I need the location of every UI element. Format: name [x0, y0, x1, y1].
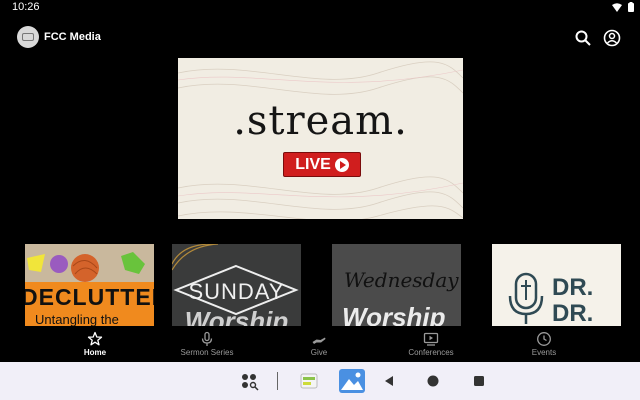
battery-icon	[628, 2, 634, 12]
bottom-navigation: Home Sermon Series Give Conferences Even…	[0, 326, 640, 362]
nav-label-conferences: Conferences	[408, 348, 454, 357]
nav-home[interactable]: Home	[31, 326, 159, 362]
hero-banner[interactable]: .stream. LIVE	[178, 58, 463, 219]
nav-conferences[interactable]: Conferences	[367, 326, 495, 362]
status-time: 10:26	[12, 1, 40, 13]
clock-icon	[537, 332, 551, 346]
live-badge: LIVE	[283, 152, 361, 177]
card-subtitle: Untangling the	[35, 312, 119, 326]
app-logo	[17, 26, 39, 48]
sermon-card-wednesday[interactable]: Wednesday Worship	[332, 244, 461, 326]
give-icon	[312, 337, 326, 344]
nav-sermon-series[interactable]: Sermon Series	[143, 326, 271, 362]
status-icons	[612, 2, 634, 12]
nav-give[interactable]: Give	[255, 326, 383, 362]
card-title: DECLUTTER	[25, 284, 154, 310]
star-icon	[87, 331, 103, 346]
sermon-card-sunday[interactable]: SUNDAY Worship	[172, 244, 301, 326]
taskbar-app-icon[interactable]	[300, 372, 318, 390]
nav-label-home: Home	[83, 348, 107, 357]
sermon-card-declutter[interactable]: DECLUTTER Untangling the	[25, 244, 154, 326]
status-bar: 10:26	[0, 0, 640, 16]
app-header: FCC Media	[0, 22, 640, 54]
card-subtitle: DR.	[552, 300, 594, 326]
gallery-app-icon[interactable]	[339, 369, 365, 393]
card-title: Wednesday	[344, 268, 459, 292]
taskbar-divider	[277, 372, 278, 390]
home-icon[interactable]	[427, 375, 439, 387]
wifi-icon	[612, 2, 622, 12]
nav-label-give: Give	[310, 348, 328, 357]
nav-label-events: Events	[531, 348, 557, 357]
back-icon[interactable]	[383, 375, 395, 387]
card-subtitle: Worship	[184, 306, 289, 326]
search-icon[interactable]	[574, 29, 592, 47]
live-label: LIVE	[295, 155, 331, 173]
nav-label-sermon-series: Sermon Series	[180, 348, 234, 357]
hero-title: .stream.	[233, 98, 408, 144]
podcast-card-drdr[interactable]: DR. DR.	[492, 244, 621, 326]
system-navigation-bar	[0, 362, 640, 400]
account-icon[interactable]	[603, 29, 621, 47]
mic-icon	[201, 331, 213, 346]
nav-events[interactable]: Events	[480, 326, 608, 362]
app-drawer-icon[interactable]	[240, 372, 260, 392]
card-subtitle: Worship	[342, 302, 446, 326]
app-title: FCC Media	[44, 31, 101, 43]
recents-icon[interactable]	[473, 375, 485, 387]
card-title: SUNDAY	[188, 279, 285, 304]
card-title: DR.	[552, 274, 594, 301]
play-icon	[334, 157, 349, 172]
video-icon	[423, 332, 439, 346]
